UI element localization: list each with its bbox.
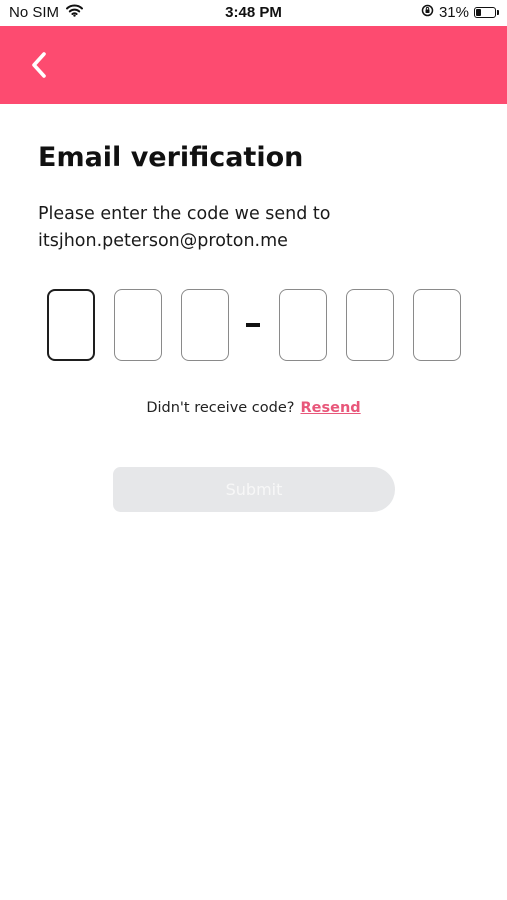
battery-percent: 31% bbox=[438, 4, 469, 21]
email-address: itsjhon.peterson@proton.me bbox=[38, 231, 288, 251]
battery-icon bbox=[474, 7, 499, 18]
battery-tip bbox=[497, 10, 499, 15]
battery-fill bbox=[476, 9, 482, 16]
orientation-lock-icon bbox=[421, 4, 434, 21]
battery-body bbox=[474, 7, 496, 18]
resend-link[interactable]: Resend bbox=[300, 400, 360, 416]
instruction-line: Please enter the code we send to bbox=[38, 204, 331, 224]
code-digit-5[interactable] bbox=[346, 289, 394, 361]
page-title: Email verification bbox=[38, 142, 304, 173]
submit-button[interactable]: Submit bbox=[113, 467, 395, 512]
code-digit-4[interactable] bbox=[279, 289, 327, 361]
code-separator bbox=[246, 323, 260, 327]
instruction-text: Please enter the code we send to itsjhon… bbox=[38, 201, 478, 255]
code-digit-2[interactable] bbox=[114, 289, 162, 361]
status-right: 31% bbox=[421, 4, 499, 21]
status-bar: No SIM 3:48 PM 31% bbox=[0, 0, 507, 26]
chevron-left-icon bbox=[32, 52, 46, 78]
resend-prompt: Didn't receive code? bbox=[146, 400, 295, 416]
header-bar bbox=[0, 26, 507, 104]
code-digit-3[interactable] bbox=[181, 289, 229, 361]
code-digit-1[interactable] bbox=[47, 289, 95, 361]
code-digit-6[interactable] bbox=[413, 289, 461, 361]
back-button[interactable] bbox=[22, 48, 56, 82]
resend-row: Didn't receive code? Resend bbox=[0, 400, 507, 416]
